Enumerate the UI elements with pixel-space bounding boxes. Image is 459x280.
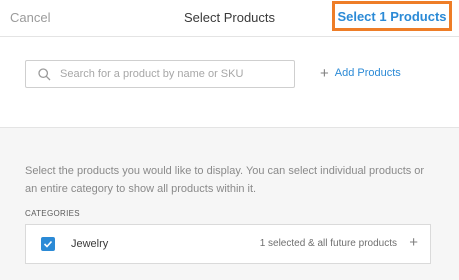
checkmark-icon [43,240,53,248]
instructions-text: Select the products you would like to di… [25,165,425,195]
category-checkbox[interactable] [41,237,55,251]
category-row-jewelry[interactable]: Jewelry 1 selected & all future products… [25,224,431,264]
search-icon [38,68,51,81]
search-section: + Add Products [0,37,459,128]
search-box[interactable] [25,60,295,88]
categories-heading: CATEGORIES [25,209,80,218]
category-name: Jewelry [71,238,109,250]
expand-category-icon[interactable]: + [409,234,418,251]
select-products-button[interactable]: Select 1 Products [332,1,452,31]
search-input[interactable] [60,65,288,83]
modal-header: Cancel Select Products Select 1 Products [0,0,459,37]
plus-icon: + [320,64,329,82]
add-products-label: Add Products [334,67,401,79]
add-products-link[interactable]: + Add Products [320,64,401,82]
category-selection-status: 1 selected & all future products [259,238,397,249]
